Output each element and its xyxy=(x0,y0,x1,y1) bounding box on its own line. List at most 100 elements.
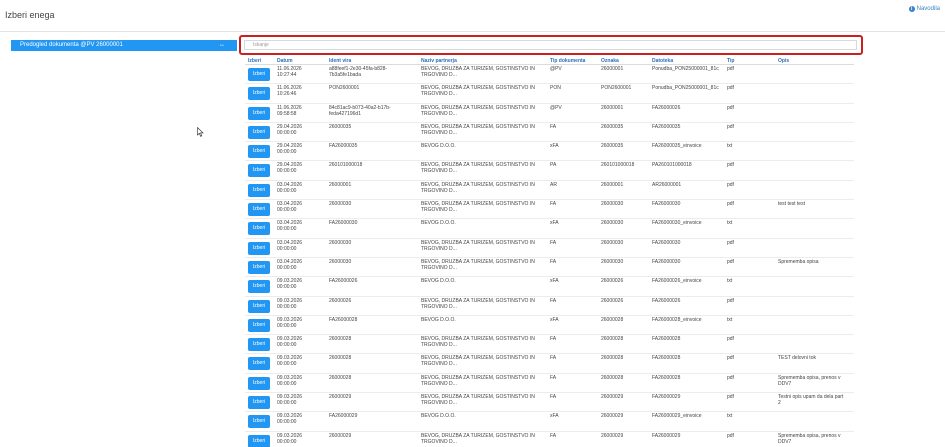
doc-type-cell: @PV xyxy=(550,104,562,111)
type-cell: txt xyxy=(727,278,733,285)
table-row[interactable]: Izberi 09.03.2026 00:00:00 26000028 BEVOG, … xyxy=(245,374,854,394)
doc-type-cell: FA xyxy=(550,258,557,265)
select-button[interactable]: Izberi xyxy=(248,87,270,101)
select-button[interactable]: Izberi xyxy=(248,396,270,410)
oznaka-cell: PON2600001 xyxy=(601,85,632,92)
table-row[interactable]: Izberi 03.04.2026 00:00:00 26000030 BEVOG, … xyxy=(245,200,854,220)
table-row[interactable]: Izberi 03.04.2026 00:00:00 FA26000030 BEVOG… xyxy=(245,219,854,239)
expand-arrows-icon: ↔ xyxy=(219,42,225,48)
doc-type-cell: FA xyxy=(550,239,557,246)
column-header-type[interactable]: Tip xyxy=(727,58,734,64)
ident-cell: FA26000030 xyxy=(329,220,358,227)
file-cell: FA26000030 xyxy=(652,239,681,246)
file-cell: FA26000030 xyxy=(652,201,681,208)
column-header-select[interactable]: Izberi xyxy=(248,58,261,64)
select-button[interactable]: Izberi xyxy=(248,299,270,313)
search-input[interactable] xyxy=(244,40,857,50)
oznaka-cell: 260101000018 xyxy=(601,162,635,169)
table-row[interactable]: Izberi 29.04.2026 00:00:00 260101000018 BEV… xyxy=(245,161,854,181)
select-button[interactable]: Izberi xyxy=(248,222,270,236)
select-button[interactable]: Izberi xyxy=(248,106,270,120)
partner-cell: BEVOG, DRUŽBA ZA TURIZEM, GOSTINSTVO IN … xyxy=(421,239,535,252)
partner-cell: BEVOG, DRUŽBA ZA TURIZEM, GOSTINSTVO IN … xyxy=(421,162,535,175)
top-bar: Izberi enega i Navodila xyxy=(0,0,945,32)
partner-cell: BEVOG D.O.O. xyxy=(421,278,456,285)
column-header-oznaka[interactable]: Oznaka xyxy=(601,58,619,64)
doc-type-cell: FA xyxy=(550,123,557,130)
table-row[interactable]: Izberi 03.04.2026 00:00:00 26000001 BEVOG, … xyxy=(245,181,854,201)
page-title: Izberi enega xyxy=(5,10,55,20)
date-cell: 03.04.2026 00:00:00 xyxy=(277,258,303,271)
table-row[interactable]: Izberi 09.03.2026 00:00:00 FA26000026 BEVOG… xyxy=(245,277,854,297)
select-button[interactable]: Izberi xyxy=(248,260,270,274)
ident-cell: FA26000028 xyxy=(329,316,358,323)
select-button[interactable]: Izberi xyxy=(248,125,270,139)
date-cell: 11.06.2026 09:58:58 xyxy=(277,104,302,117)
date-cell: 09.03.2026 00:00:00 xyxy=(277,432,303,445)
column-header-date[interactable]: Datum xyxy=(277,58,293,64)
select-button[interactable]: Izberi xyxy=(248,164,270,178)
partner-cell: BEVOG, DRUŽBA ZA TURIZEM, GOSTINSTVO IN … xyxy=(421,374,535,387)
select-button[interactable]: Izberi xyxy=(248,318,270,332)
select-button[interactable]: Izberi xyxy=(248,376,270,390)
partner-cell: BEVOG, DRUŽBA ZA TURIZEM, GOSTINSTVO IN … xyxy=(421,201,535,214)
column-header-doc-type[interactable]: Tip dokumenta xyxy=(550,58,585,64)
document-preview-button[interactable]: Predogled dokumenta @PV 26000001 ↔ xyxy=(11,40,237,51)
oznaka-cell: 26000029 xyxy=(601,394,624,401)
table-row[interactable]: Izberi 11.06.2026 10:27:44 a88feef1-2e30-4… xyxy=(245,65,854,85)
table-row[interactable]: Izberi 11.06.2026 09:58:58 84c81ac9-b073-4… xyxy=(245,104,854,123)
table-row[interactable]: Izberi 09.03.2026 00:00:00 FA26000028 BEVOG… xyxy=(245,316,854,336)
column-header-partner[interactable]: Naziv partnerja xyxy=(421,58,457,64)
doc-type-cell: FA xyxy=(550,355,557,362)
select-button[interactable]: Izberi xyxy=(248,68,270,81)
file-cell: FA26000028 xyxy=(652,336,681,343)
select-button[interactable]: Izberi xyxy=(248,357,270,371)
table-row[interactable]: Izberi 03.04.2026 00:00:00 26000030 BEVOG, … xyxy=(245,258,854,278)
ident-cell: 260101000018 xyxy=(329,162,363,169)
table-row[interactable]: Izberi 11.06.2026 10:26:46 PON2600001 BEVOG… xyxy=(245,84,854,104)
date-cell: 09.03.2026 00:00:00 xyxy=(277,278,303,291)
column-header-ident[interactable]: Ident vira xyxy=(329,58,351,64)
ident-cell: 26000028 xyxy=(329,336,352,343)
column-header-description[interactable]: Opis xyxy=(778,58,789,64)
ident-cell: 26000030 xyxy=(329,258,352,265)
table-row[interactable]: Izberi 09.03.2026 00:00:00 26000026 BEVOG, … xyxy=(245,297,854,316)
table-row[interactable]: Izberi 09.03.2026 00:00:00 FA26000029 BEVOG… xyxy=(245,412,854,432)
table-row[interactable]: Izberi 29.04.2026 00:00:00 FA26000035 BEVOG… xyxy=(245,142,854,162)
oznaka-cell: 26000030 xyxy=(601,201,624,208)
table-body: Izberi 11.06.2026 10:27:44 a88feef1-2e30-4… xyxy=(245,65,854,447)
ident-cell: 26000029 xyxy=(329,394,352,401)
doc-type-cell: FA xyxy=(550,432,557,439)
file-cell: FA26000029_einvoice xyxy=(652,413,702,420)
table-row[interactable]: Izberi 09.03.2026 00:00:00 26000029 BEVOG, … xyxy=(245,432,854,447)
select-button[interactable]: Izberi xyxy=(248,241,270,255)
select-button[interactable]: Izberi xyxy=(248,415,270,429)
file-cell: FA26000029 xyxy=(652,394,681,401)
date-cell: 09.03.2026 00:00:00 xyxy=(277,413,303,426)
select-button[interactable]: Izberi xyxy=(248,145,270,159)
oznaka-cell: 26000035 xyxy=(601,143,624,150)
doc-type-cell: @PV xyxy=(550,66,562,72)
file-cell: FA26000029 xyxy=(652,432,681,439)
ident-cell: 26000028 xyxy=(329,355,352,362)
select-button[interactable]: Izberi xyxy=(248,280,270,294)
table-row[interactable]: Izberi 09.03.2026 00:00:00 26000028 BEVOG, … xyxy=(245,354,854,374)
doc-type-cell: FA xyxy=(550,394,557,401)
oznaka-cell: 26000001 xyxy=(601,66,624,72)
info-icon: i xyxy=(908,6,915,12)
table-row[interactable]: Izberi 29.04.2026 00:00:00 26000035 BEVOG, … xyxy=(245,123,854,143)
select-button[interactable]: Izberi xyxy=(248,183,270,197)
select-button[interactable]: Izberi xyxy=(248,338,270,352)
select-button[interactable]: Izberi xyxy=(248,434,270,447)
type-cell: txt xyxy=(727,220,733,227)
table-row[interactable]: Izberi 03.04.2026 00:00:00 26000030 BEVOG, … xyxy=(245,239,854,258)
doc-type-cell: FA xyxy=(550,297,557,304)
file-cell: FA26000026 xyxy=(652,104,681,111)
column-header-file[interactable]: Datoteka xyxy=(652,58,673,64)
description-cell: Sprememba opisa, prenos v DDV7 xyxy=(778,374,841,387)
select-button[interactable]: Izberi xyxy=(248,203,270,217)
table-row[interactable]: Izberi 09.03.2026 00:00:00 26000029 BEVOG, … xyxy=(245,393,854,413)
file-cell: Ponudba_PON25000001_81c xyxy=(652,85,719,92)
help-link[interactable]: i Navodila xyxy=(908,6,940,12)
table-row[interactable]: Izberi 09.03.2026 00:00:00 26000028 BEVOG, … xyxy=(245,335,854,355)
